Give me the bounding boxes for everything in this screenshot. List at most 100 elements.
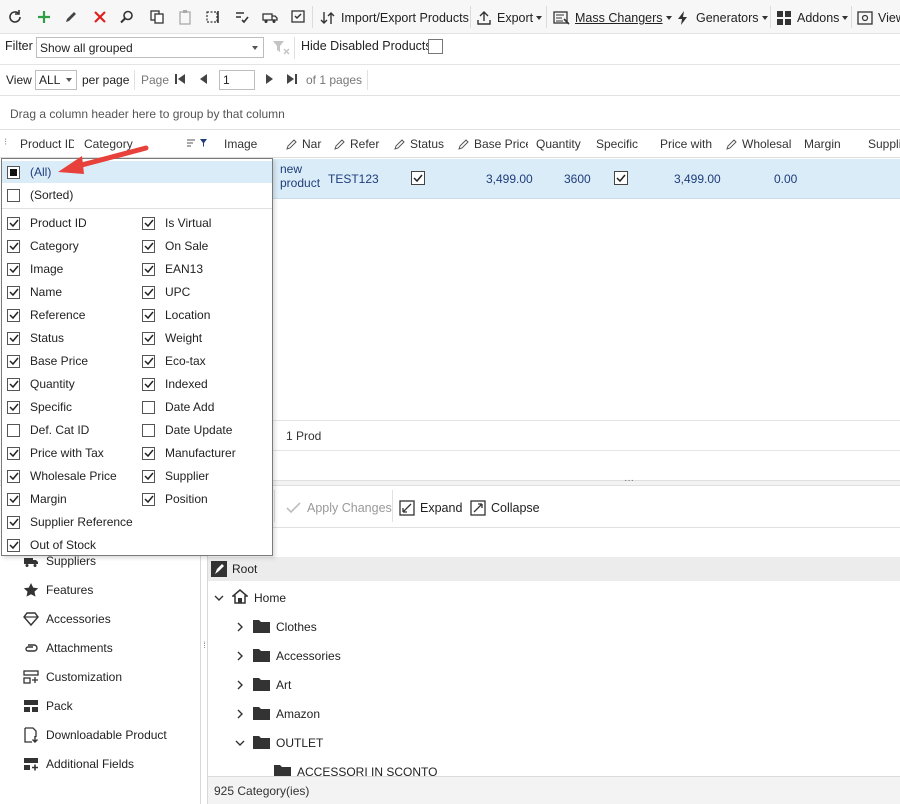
tree-node-amazon[interactable]: Amazon	[233, 704, 320, 724]
column-option[interactable]: Weight	[142, 329, 202, 347]
column-option[interactable]: Manufacturer	[142, 444, 236, 462]
cell-reference[interactable]: TEST123	[328, 172, 379, 186]
chevron-right-icon[interactable]	[233, 680, 247, 690]
column-option[interactable]: Eco-tax	[142, 352, 206, 370]
checked-checkbox-icon[interactable]	[7, 400, 20, 414]
add-icon[interactable]	[35, 8, 53, 26]
column-option[interactable]: Image	[7, 260, 63, 278]
checked-checkbox-icon[interactable]	[7, 377, 20, 391]
export-button[interactable]: Export	[476, 9, 543, 27]
checked-checkbox-icon[interactable]	[142, 239, 155, 253]
select-icon[interactable]	[204, 8, 222, 26]
column-header-reference[interactable]: Refer	[334, 137, 382, 151]
unchecked-checkbox-icon[interactable]	[7, 423, 20, 437]
first-page-icon[interactable]	[174, 73, 186, 88]
column-option[interactable]: EAN13	[142, 260, 203, 278]
cell-specific-checkbox[interactable]	[614, 171, 628, 186]
column-option[interactable]: Name	[7, 283, 62, 301]
column-header-price-with-tax[interactable]: Price with	[660, 137, 716, 151]
column-header-image[interactable]: Image	[224, 137, 274, 151]
left-item-pack[interactable]: Pack	[22, 696, 73, 716]
checked-checkbox-icon[interactable]	[142, 354, 155, 368]
next-page-icon[interactable]	[263, 73, 275, 88]
last-page-icon[interactable]	[286, 73, 298, 88]
column-header-wholesale[interactable]: Wholesal	[726, 137, 798, 151]
delete-icon[interactable]	[91, 8, 109, 26]
checked-checkbox-icon[interactable]	[7, 515, 20, 529]
column-option[interactable]: Supplier	[142, 467, 209, 485]
column-option[interactable]: Position	[142, 490, 208, 508]
cell-quantity[interactable]: 3600	[564, 172, 591, 186]
column-header-specific[interactable]: Specific	[596, 137, 644, 151]
page-number-input[interactable]: 1	[219, 70, 255, 90]
column-option[interactable]: Supplier Reference	[7, 513, 133, 531]
checked-checkbox-icon[interactable]	[7, 492, 20, 506]
column-header-margin[interactable]: Margin	[804, 137, 854, 151]
checked-checkbox-icon[interactable]	[7, 285, 20, 299]
column-option[interactable]: Status	[7, 329, 64, 347]
chevron-right-icon[interactable]	[233, 709, 247, 719]
tree-node-outlet[interactable]: OUTLET	[233, 733, 323, 753]
row-indicator-icon[interactable]: ⁝	[4, 137, 16, 148]
checked-checkbox-icon[interactable]	[7, 331, 20, 345]
checked-checkbox-icon[interactable]	[7, 469, 20, 483]
column-header-base-price[interactable]: Base Price	[458, 137, 528, 151]
checked-checkbox-icon[interactable]	[7, 354, 20, 368]
column-header-quantity[interactable]: Quantity	[536, 137, 586, 151]
cell-status-checkbox[interactable]	[411, 171, 425, 186]
checked-checkbox-icon[interactable]	[142, 469, 155, 483]
group-by-panel[interactable]: Drag a column header here to group by th…	[0, 95, 900, 130]
paste-icon[interactable]	[176, 8, 194, 26]
column-option[interactable]: Date Update	[142, 421, 232, 439]
tree-node-art[interactable]: Art	[233, 675, 291, 695]
tree-node-accessori-in-sconto[interactable]: ACCESSORI IN SCONTO	[274, 762, 437, 776]
left-item-downloadable-product[interactable]: Downloadable Product	[22, 725, 167, 745]
cell-price-with-tax[interactable]: 3,499.00	[674, 172, 721, 186]
checked-checkbox-icon[interactable]	[7, 446, 20, 460]
copy-icon[interactable]	[148, 8, 166, 26]
truck-icon[interactable]	[261, 8, 279, 26]
column-header-supplier[interactable]: Suppli	[868, 137, 900, 151]
unchecked-checkbox-icon[interactable]	[142, 400, 155, 414]
approve-icon[interactable]	[289, 8, 307, 26]
chevron-down-icon[interactable]	[212, 594, 226, 602]
checked-checkbox-icon[interactable]	[7, 262, 20, 276]
column-option[interactable]: Is Virtual	[142, 214, 211, 232]
column-option[interactable]: Margin	[7, 490, 67, 508]
column-option[interactable]: Quantity	[7, 375, 75, 393]
checked-checkbox-icon[interactable]	[142, 377, 155, 391]
apply-changes-button[interactable]: Apply Changes	[286, 499, 392, 517]
column-option[interactable]: Category	[7, 237, 79, 255]
checked-checkbox-icon[interactable]	[142, 262, 155, 276]
hide-disabled-checkbox[interactable]	[428, 39, 443, 57]
checked-checkbox-icon[interactable]	[142, 308, 155, 322]
checked-checkbox-icon[interactable]	[7, 308, 20, 322]
column-option[interactable]: Specific	[7, 398, 72, 416]
refresh-icon[interactable]	[6, 8, 24, 26]
column-option[interactable]: UPC	[142, 283, 190, 301]
checked-checkbox-icon[interactable]	[142, 285, 155, 299]
addons-button[interactable]: Addons	[776, 9, 849, 27]
column-option[interactable]: On Sale	[142, 237, 208, 255]
per-page-dropdown[interactable]: ALL	[35, 70, 77, 90]
column-chooser-all[interactable]: (All)	[7, 163, 51, 181]
tree-node-accessories[interactable]: Accessories	[233, 646, 341, 666]
sort-filter-icon[interactable]	[186, 137, 210, 149]
chevron-right-icon[interactable]	[233, 651, 247, 661]
clear-filter-icon[interactable]	[272, 39, 290, 58]
checked-checkbox-icon[interactable]	[142, 331, 155, 345]
column-header-status[interactable]: Status	[394, 137, 446, 151]
left-item-additional-fields[interactable]: Additional Fields	[22, 754, 134, 774]
column-option[interactable]: Product ID	[7, 214, 87, 232]
edit-pencil-icon[interactable]	[62, 8, 80, 26]
left-item-accessories[interactable]: Accessories	[22, 609, 111, 629]
sorted-checkbox[interactable]	[7, 188, 20, 202]
all-checkbox[interactable]	[7, 165, 20, 179]
column-option[interactable]: Location	[142, 306, 210, 324]
collapse-button[interactable]: Collapse	[470, 499, 540, 517]
column-option[interactable]: Indexed	[142, 375, 208, 393]
column-header-name[interactable]: Nar	[286, 137, 322, 151]
tree-node-clothes[interactable]: Clothes	[233, 617, 317, 637]
generators-button[interactable]: Generators	[675, 9, 768, 27]
checked-checkbox-icon[interactable]	[142, 216, 155, 230]
